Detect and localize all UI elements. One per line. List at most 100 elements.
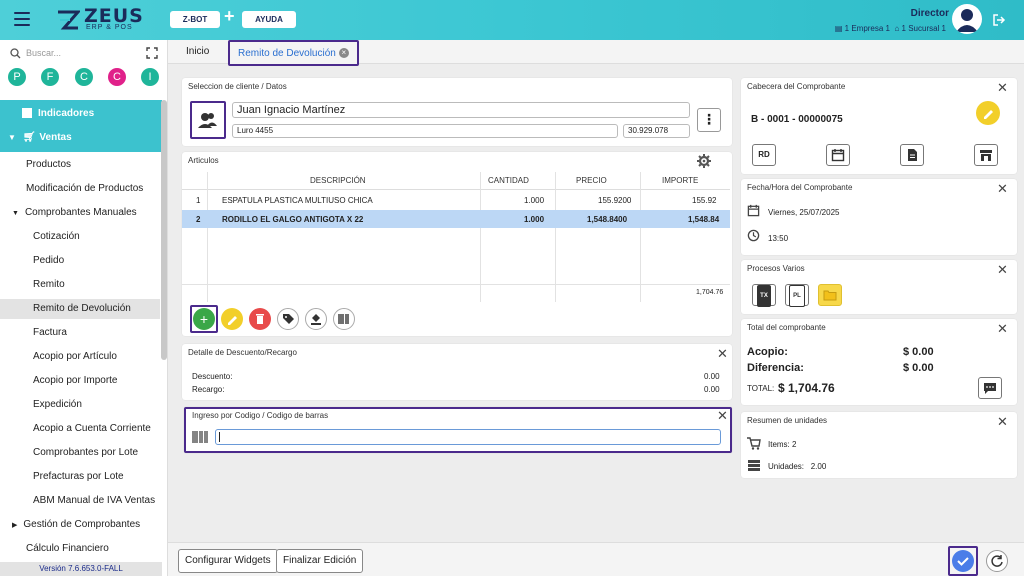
tab-remito-devolucion-label: Remito de Devolución xyxy=(238,48,336,59)
delete-article-button[interactable] xyxy=(249,308,271,330)
procesos-panel: Procesos Varios xyxy=(741,260,1017,314)
expand-icon[interactable] xyxy=(146,47,158,59)
logo-text: ZEUS xyxy=(84,5,144,27)
sidebar-item-expedicion[interactable]: Expedición xyxy=(33,395,193,415)
close-icon[interactable]: ✕ xyxy=(997,415,1008,428)
sidebar-item-remito-devolucion[interactable]: Remito de Devolución xyxy=(0,299,160,319)
tab-close-icon[interactable]: × xyxy=(338,48,349,59)
menu-ventas-label: Ventas xyxy=(39,132,72,143)
shortcut-f[interactable]: F xyxy=(41,68,59,86)
rd-button[interactable]: RD xyxy=(752,144,776,166)
user-avatar-icon[interactable] xyxy=(952,4,982,34)
comment-button[interactable] xyxy=(978,377,1002,399)
sidebar-item-factura[interactable]: Factura xyxy=(33,323,193,343)
zeus-logo-icon xyxy=(58,10,80,30)
edit-article-button[interactable] xyxy=(221,308,243,330)
store-icon: ⌂ xyxy=(894,24,900,33)
close-icon[interactable]: ✕ xyxy=(997,81,1008,94)
text-cursor xyxy=(219,432,220,442)
shortcut-c[interactable]: C xyxy=(75,68,93,86)
ayuda-button[interactable]: AYUDA xyxy=(242,11,296,28)
close-icon[interactable]: ✕ xyxy=(997,263,1008,276)
sidebar: Buscar... P F C C I Indicadores ▼ 🛒︎ Vent… xyxy=(0,40,168,576)
menu-indicadores[interactable]: Indicadores xyxy=(22,104,182,124)
shortcut-p[interactable]: P xyxy=(8,68,26,86)
sidebar-item-cotizacion[interactable]: Cotización xyxy=(33,227,193,247)
cliente-address-field[interactable]: Luro 4455 xyxy=(232,124,618,138)
folder-button[interactable] xyxy=(818,284,842,306)
col-cantidad[interactable]: CANTIDAD xyxy=(488,176,529,185)
tab-remito-devolucion[interactable]: Remito de Devolución × xyxy=(228,40,359,66)
close-icon[interactable]: ✕ xyxy=(997,322,1008,335)
row-cantidad: 1.000 xyxy=(524,196,545,205)
total-panel-title: Total del comprobante xyxy=(747,323,826,332)
gear-icon[interactable] xyxy=(697,154,711,168)
table-row[interactable]: 2 RODILLO EL GALGO ANTIGOTA X 22 1.000 1… xyxy=(182,210,730,228)
sidebar-search[interactable]: Buscar... xyxy=(8,46,158,62)
sidebar-item-prefacturas-lote[interactable]: Prefacturas por Lote xyxy=(33,467,193,487)
sidebar-item-pedido[interactable]: Pedido xyxy=(33,251,193,271)
sidebar-item-acopio-articulo[interactable]: Acopio por Artículo xyxy=(33,347,193,367)
pl-button[interactable]: PL xyxy=(785,284,809,307)
sidebar-item-calculo[interactable]: Cálculo Financiero xyxy=(26,539,186,559)
barcode-input[interactable] xyxy=(215,429,721,445)
logout-icon[interactable] xyxy=(992,13,1006,27)
barcode-button[interactable] xyxy=(333,308,355,330)
sidebar-item-acopio-cc[interactable]: Acopio a Cuenta Corriente xyxy=(33,419,193,439)
close-icon[interactable]: ✕ xyxy=(997,182,1008,195)
close-icon[interactable]: ✕ xyxy=(717,409,728,422)
add-article-button[interactable]: + xyxy=(193,308,215,330)
sidebar-item-comprobantes-lote[interactable]: Comprobantes por Lote xyxy=(33,443,193,463)
indicadores-icon xyxy=(22,108,32,119)
sidebar-scrollbar[interactable] xyxy=(161,100,167,360)
tx-button[interactable]: TX xyxy=(752,284,776,307)
sidebar-item-gestion[interactable]: ▶ Gestión de Comprobantes xyxy=(12,515,172,535)
confirm-button[interactable] xyxy=(952,550,974,572)
tab-inicio[interactable]: Inicio xyxy=(186,40,209,64)
comprobante-numero: B - 0001 - 00000075 xyxy=(751,114,843,125)
cart-icon xyxy=(747,437,761,450)
cabecera-panel-title: Cabecera del Comprobante xyxy=(747,82,846,91)
fecha-value: Viernes, 25/07/2025 xyxy=(768,208,840,217)
finalizar-edicion-button[interactable]: Finalizar Edición xyxy=(276,549,364,573)
sidebar-item-abm-iva[interactable]: ABM Manual de IVA Ventas xyxy=(33,491,193,511)
fill-button[interactable] xyxy=(305,308,327,330)
tag-button[interactable] xyxy=(277,308,299,330)
cliente-cuit-field[interactable]: 30.929.078 xyxy=(623,124,690,138)
sidebar-item-acopio-importe[interactable]: Acopio por Importe xyxy=(33,371,193,391)
col-descripcion[interactable]: DESCRIPCIÓN xyxy=(310,176,366,185)
search-input[interactable]: Buscar... xyxy=(26,48,61,58)
articulos-panel-title: Articulos xyxy=(188,156,219,165)
col-precio[interactable]: PRECIO xyxy=(576,176,607,185)
empresa-sucursal[interactable]: ▤ 1 Empresa 1 ⌂ 1 Sucursal 1 xyxy=(835,24,946,33)
sidebar-item-comprobantes-manuales[interactable]: ▼ Comprobantes Manuales xyxy=(12,203,172,223)
user-role: Director xyxy=(910,8,949,19)
more-options-icon[interactable]: ⋮ xyxy=(697,108,721,132)
user-group-icon xyxy=(198,113,217,128)
calendar-icon xyxy=(747,204,760,217)
plus-icon: + xyxy=(224,6,235,26)
store-button[interactable] xyxy=(974,144,998,166)
col-importe[interactable]: IMPORTE xyxy=(662,176,698,185)
total-label: TOTAL: xyxy=(747,384,775,393)
configurar-widgets-button[interactable]: Configurar Widgets xyxy=(178,549,278,573)
cliente-select-button[interactable] xyxy=(190,101,226,139)
document-button[interactable] xyxy=(900,144,924,166)
shortcut-c2[interactable]: C xyxy=(108,68,126,86)
cliente-name-field[interactable]: Juan Ignacio Martínez xyxy=(232,102,690,118)
edit-cabecera-button[interactable] xyxy=(976,101,1000,125)
shortcut-i[interactable]: I xyxy=(141,68,159,86)
refresh-icon xyxy=(991,555,1003,567)
fecha-panel-title: Fecha/Hora del Comprobante xyxy=(747,183,853,192)
hamburger-menu-icon[interactable] xyxy=(14,12,30,26)
close-icon[interactable]: ✕ xyxy=(717,347,728,360)
table-row[interactable]: 1 ESPATULA PLASTICA MULTIUSO CHICA 1.000… xyxy=(182,191,730,209)
refresh-button[interactable] xyxy=(986,550,1008,572)
calendar-button[interactable] xyxy=(826,144,850,166)
version-label: Versión 7.6.653.0-FALL xyxy=(0,562,162,576)
zbot-button[interactable]: Z-BOT xyxy=(170,11,220,28)
menu-ventas[interactable]: ▼ 🛒︎ Ventas xyxy=(8,128,168,148)
sidebar-item-remito[interactable]: Remito xyxy=(33,275,193,295)
row-descripcion: ESPATULA PLASTICA MULTIUSO CHICA xyxy=(222,196,373,205)
acopio-label: Acopio: xyxy=(747,346,788,358)
